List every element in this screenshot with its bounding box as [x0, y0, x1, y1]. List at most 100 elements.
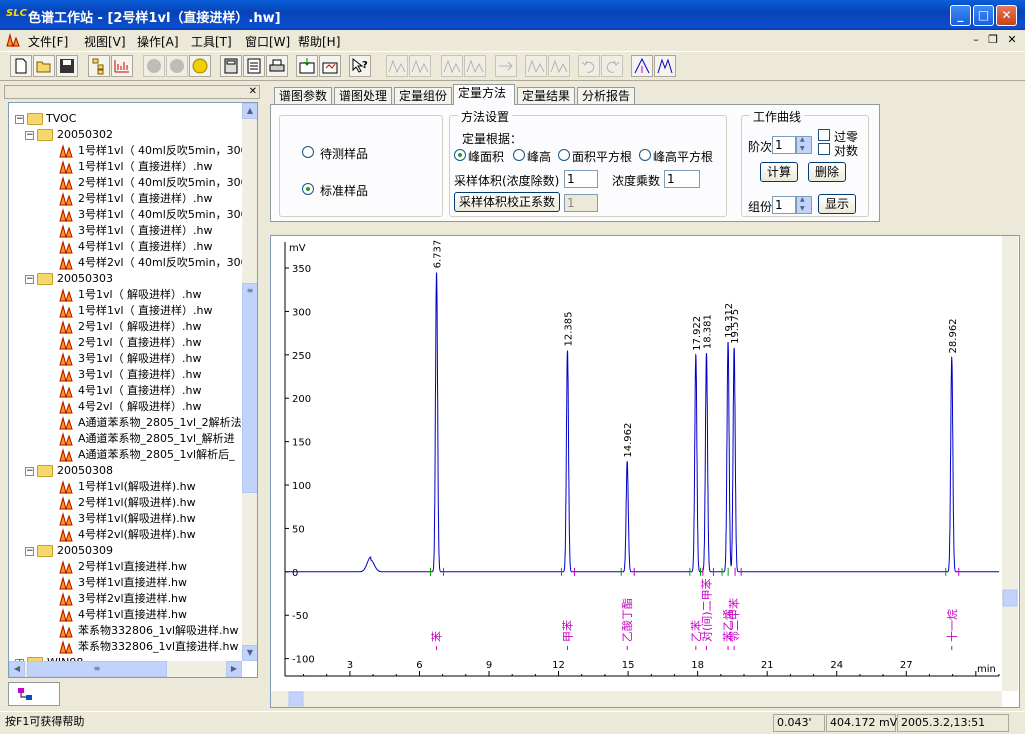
chromatogram-svg[interactable]: mV min -100 -50 0 50 100 150 200 250 300 350 3 6 9 12 15… [271, 236, 1019, 707]
scroll-left-icon[interactable]: ◀ [9, 661, 25, 677]
close-button[interactable]: ✕ [996, 5, 1017, 26]
minimize-button[interactable]: _ [950, 5, 971, 26]
volume-calibration-button[interactable]: 采样体积校正系数 [454, 192, 560, 212]
log-checkbox[interactable] [818, 143, 830, 155]
chromatogram-file-icon [59, 320, 73, 334]
scroll-thumb[interactable]: ≡ [242, 283, 257, 493]
menu-file[interactable]: 文件[F] [28, 33, 68, 50]
menu-action[interactable]: 操作[A] [137, 33, 179, 50]
peak-tool-5-icon[interactable] [525, 55, 547, 77]
menu-tools[interactable]: 工具[T] [191, 33, 232, 50]
run-icon[interactable] [189, 55, 211, 77]
chromatogram-chart[interactable]: mV min -100 -50 0 50 100 150 200 250 300 350 3 6 9 12 15… [270, 235, 1020, 708]
save-icon[interactable] [56, 55, 78, 77]
menu-view[interactable]: 视图[V] [84, 33, 126, 50]
tree-label: 3号样1vl（ 直接进样）.hw [78, 224, 213, 237]
collapse-icon[interactable]: − [25, 131, 34, 140]
tree-label: 1号样1vl（ 直接进样）.hw [78, 160, 213, 173]
calculator-icon[interactable] [220, 55, 242, 77]
peak-split-icon[interactable] [654, 55, 676, 77]
show-button[interactable]: 显示 [818, 194, 856, 214]
maximize-button[interactable]: □ [973, 5, 994, 26]
zero-checkbox[interactable] [818, 129, 830, 141]
chart-hscroll[interactable] [271, 691, 1002, 707]
y-tick-label: -100 [292, 655, 315, 666]
tree-hscroll[interactable]: ◀ ≡ ▶ [9, 661, 242, 677]
peak-tool-1-icon[interactable] [386, 55, 408, 77]
conc-multiplier-label: 浓度乘数 [612, 174, 661, 188]
y-axis-label: mV [289, 243, 306, 254]
radio-standard-sample[interactable] [302, 183, 314, 195]
undo-icon[interactable] [578, 55, 600, 77]
mdi-minimize-button[interactable]: – [968, 33, 984, 47]
chart-hscroll-thumb[interactable] [288, 691, 304, 707]
tab-quant-components[interactable]: 定量组份 [394, 87, 452, 105]
collapse-icon[interactable]: − [25, 547, 34, 556]
report-icon[interactable] [243, 55, 265, 77]
order-spinner[interactable] [796, 136, 812, 154]
tab-quant-results[interactable]: 定量结果 [517, 87, 575, 105]
component-spinner[interactable] [796, 196, 812, 214]
tree-view-icon[interactable] [88, 55, 110, 77]
collapse-icon[interactable]: − [25, 467, 34, 476]
tab-analysis-report[interactable]: 分析报告 [577, 87, 635, 105]
scroll-right-icon[interactable]: ▶ [226, 661, 242, 677]
new-file-icon[interactable] [10, 55, 32, 77]
time-readout: 0.043' [773, 714, 825, 732]
radio-peak-height[interactable] [513, 149, 525, 161]
redo-icon[interactable] [601, 55, 623, 77]
app-icon: SLC [6, 8, 27, 19]
window-title: 色谱工作站 - [2号样1vl（直接进样）.hw] [28, 11, 281, 26]
pane-close-icon[interactable]: ✕ [249, 86, 257, 97]
baseline-icon[interactable] [495, 55, 517, 77]
mdi-restore-button[interactable]: ❐ [985, 33, 1001, 47]
chromatogram-file-icon [59, 224, 73, 238]
pause-icon[interactable] [166, 55, 188, 77]
chart-vscroll-thumb[interactable] [1002, 589, 1018, 607]
tree-label: 3号样1vl直接进样.hw [78, 576, 188, 589]
open-folder-icon[interactable] [33, 55, 55, 77]
doc-chromatogram-icon[interactable] [6, 33, 20, 47]
delete-button[interactable]: 删除 [808, 162, 846, 182]
peak-tool-3-icon[interactable] [441, 55, 463, 77]
import-icon[interactable] [319, 55, 341, 77]
radio-area-sqrt[interactable] [558, 149, 570, 161]
volume-input[interactable] [564, 170, 598, 188]
peak-mark-icon[interactable] [631, 55, 653, 77]
radio-peak-area[interactable] [454, 149, 466, 161]
radio-height-sqrt[interactable] [639, 149, 651, 161]
voltage-readout: 404.172 mV [826, 714, 897, 732]
conc-multiplier-input[interactable] [664, 170, 700, 188]
context-help-icon[interactable]: ? [349, 55, 371, 77]
print-icon[interactable] [266, 55, 288, 77]
scroll-down-icon[interactable]: ▼ [242, 645, 257, 661]
tree-label: 2号样1vl直接进样.hw [78, 560, 188, 573]
peak-tool-2-icon[interactable] [409, 55, 431, 77]
tab-quant-method[interactable]: 定量方法 [453, 84, 515, 105]
collapse-icon[interactable]: − [15, 115, 24, 124]
menu-window[interactable]: 窗口[W] [245, 33, 290, 50]
calibration-value-input[interactable] [564, 194, 598, 212]
peak-tool-6-icon[interactable] [548, 55, 570, 77]
order-input[interactable] [772, 136, 796, 154]
calculate-button[interactable]: 计算 [760, 162, 798, 182]
tab-spectrum-params[interactable]: 谱图参数 [274, 87, 332, 105]
grid-chart-icon[interactable] [111, 55, 133, 77]
hscroll-thumb[interactable]: ≡ [27, 661, 167, 677]
scroll-up-icon[interactable]: ▲ [242, 103, 257, 119]
peak-tool-4-icon[interactable] [464, 55, 486, 77]
export-icon[interactable] [296, 55, 318, 77]
chart-vscroll[interactable] [1002, 236, 1018, 691]
mdi-close-button[interactable]: ✕ [1004, 33, 1020, 47]
file-view-tab[interactable] [8, 682, 60, 706]
collapse-icon[interactable]: − [25, 275, 34, 284]
stop-icon[interactable] [143, 55, 165, 77]
component-input[interactable] [772, 196, 796, 214]
folder-icon [27, 113, 43, 125]
tree-vscroll[interactable]: ▲ ≡ ▼ [242, 103, 257, 661]
tab-spectrum-processing[interactable]: 谱图处理 [334, 87, 392, 105]
menu-help[interactable]: 帮助[H] [298, 33, 340, 50]
radio-test-sample[interactable] [302, 146, 314, 158]
file-tree[interactable]: − TVOC − 20050302 1号样1vl（ 40ml反吹5min，300 1号… [8, 102, 258, 678]
compound-name-label: 邻二甲苯 [727, 598, 741, 642]
